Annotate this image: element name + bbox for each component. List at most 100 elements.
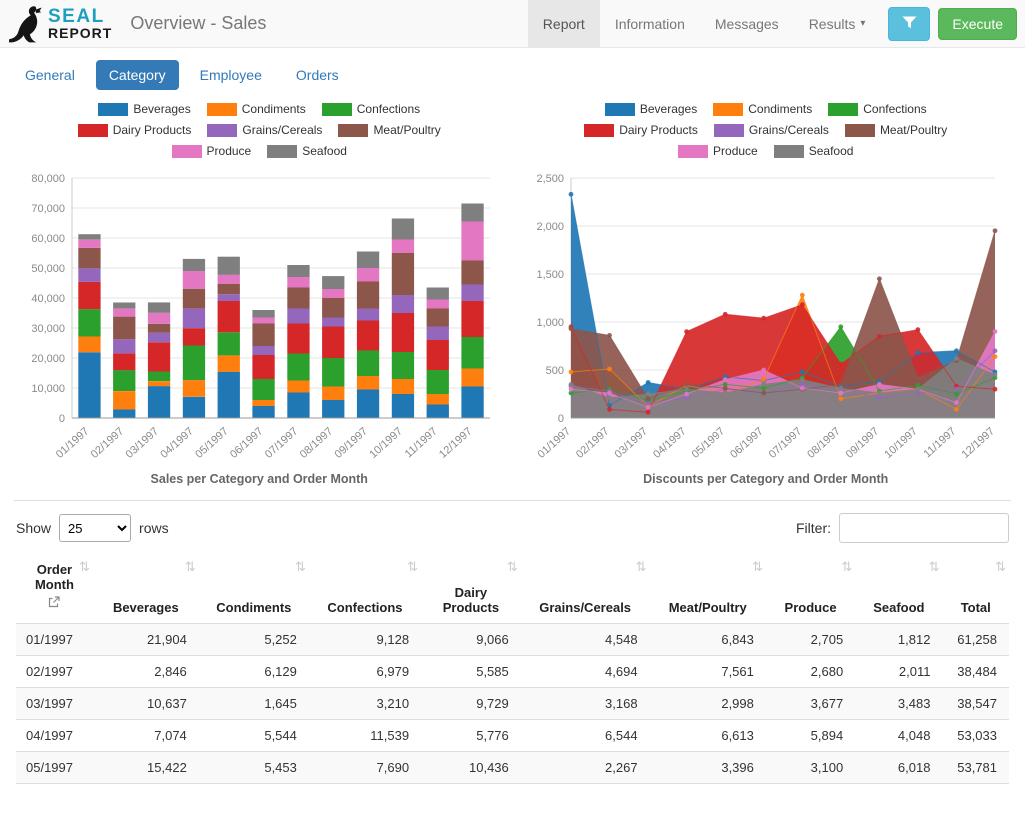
cell-confections: 7,690 bbox=[308, 750, 422, 784]
legend-swatch bbox=[77, 123, 108, 137]
legend-item-grains-cereals[interactable]: Grains/Cereals bbox=[713, 123, 829, 137]
legend-swatch bbox=[321, 102, 352, 116]
legend-item-grains-cereals[interactable]: Grains/Cereals bbox=[207, 123, 322, 137]
svg-text:0: 0 bbox=[59, 413, 65, 425]
legend-item-produce[interactable]: Produce bbox=[678, 144, 758, 158]
cell-dairy-products: 9,729 bbox=[421, 686, 521, 719]
legend-item-dairy-products[interactable]: Dairy Products bbox=[584, 123, 698, 137]
filter-label: Filter: bbox=[796, 520, 831, 536]
legend-label: Beverages bbox=[133, 102, 191, 116]
legend-item-confections[interactable]: Confections bbox=[321, 102, 420, 116]
sort-icon: ⇅ bbox=[928, 559, 940, 574]
legend-item-meat-poultry[interactable]: Meat/Poultry bbox=[338, 123, 441, 137]
nav-item-messages[interactable]: Messages bbox=[700, 0, 794, 47]
legend-label: Grains/Cereals bbox=[748, 123, 829, 137]
legend-item-meat-poultry[interactable]: Meat/Poultry bbox=[844, 123, 947, 137]
execute-button[interactable]: Execute bbox=[938, 7, 1017, 40]
column-header-confections[interactable]: ⇅ Confections bbox=[308, 555, 422, 624]
navbar-menu: Report Information Messages Results ▾ bbox=[527, 0, 881, 47]
seal-logo-icon bbox=[8, 5, 42, 43]
tab-general[interactable]: General bbox=[12, 60, 88, 90]
legend-swatch bbox=[713, 102, 744, 116]
discounts-chart-legend: Beverages Condiments Confections Dairy Prod… bbox=[576, 102, 956, 158]
column-header-order-month[interactable]: ⇅ Order Month bbox=[16, 555, 93, 624]
svg-text:08/1997: 08/1997 bbox=[298, 425, 336, 461]
cell-dairy-products: 9,066 bbox=[421, 622, 521, 655]
legend-item-produce[interactable]: Produce bbox=[171, 144, 251, 158]
table-row: 01/1997 21,904 5,252 9,128 9,066 4,548 6,843 2,… bbox=[16, 622, 1009, 655]
cell-total: 53,033 bbox=[942, 718, 1009, 751]
column-label: Produce bbox=[784, 599, 837, 615]
table-controls: Show 25 rows Filter: bbox=[0, 501, 1025, 549]
svg-text:50,000: 50,000 bbox=[32, 263, 66, 275]
external-link-icon[interactable] bbox=[48, 596, 61, 611]
svg-text:10/1997: 10/1997 bbox=[368, 425, 406, 461]
sales-chart-panel: Beverages Condiments Confections Dairy Prod… bbox=[6, 96, 513, 486]
cell-meat-poultry: 2,998 bbox=[649, 686, 766, 719]
legend-item-beverages[interactable]: Beverages bbox=[604, 102, 697, 116]
svg-text:500: 500 bbox=[545, 365, 563, 377]
legend-swatch bbox=[584, 123, 615, 137]
tab-category[interactable]: Category bbox=[95, 60, 179, 90]
legend-item-dairy-products[interactable]: Dairy Products bbox=[77, 123, 191, 137]
sort-icon: ⇅ bbox=[78, 559, 90, 574]
column-header-meat-poultry[interactable]: ⇅ Meat/Poultry bbox=[649, 555, 766, 624]
legend-item-condiments[interactable]: Condiments bbox=[713, 102, 812, 116]
nav-item-report[interactable]: Report bbox=[527, 0, 600, 47]
cell-condiments: 5,252 bbox=[198, 622, 309, 655]
sales-chart-title: Sales per Category and Order Month bbox=[150, 472, 368, 486]
cell-total: 38,547 bbox=[942, 686, 1009, 719]
cell-order-month: 02/1997 bbox=[16, 654, 93, 687]
table-row: 04/1997 7,074 5,544 11,539 5,776 6,544 6,613 5,… bbox=[16, 718, 1009, 751]
column-header-grains-cereals[interactable]: ⇅ Grains/Cereals bbox=[520, 555, 650, 624]
nav-item-results[interactable]: Results ▾ bbox=[794, 0, 881, 47]
column-header-condiments[interactable]: ⇅ Condiments bbox=[198, 555, 309, 624]
filter-input[interactable] bbox=[839, 513, 1009, 543]
svg-text:08/1997: 08/1997 bbox=[805, 425, 843, 461]
column-label: Condiments bbox=[216, 599, 292, 615]
svg-text:07/1997: 07/1997 bbox=[766, 425, 804, 461]
svg-text:06/1997: 06/1997 bbox=[228, 425, 266, 461]
cell-produce: 2,680 bbox=[765, 654, 856, 687]
cell-produce: 3,677 bbox=[765, 686, 856, 719]
filter-button[interactable] bbox=[888, 6, 931, 41]
nav-item-information[interactable]: Information bbox=[600, 0, 700, 47]
column-label: Dairy Products bbox=[442, 584, 500, 615]
brand-line1: SEAL bbox=[48, 6, 105, 27]
legend-swatch bbox=[207, 123, 238, 137]
cell-produce: 2,705 bbox=[765, 622, 856, 655]
legend-swatch bbox=[267, 144, 298, 158]
column-header-produce[interactable]: ⇅ Produce bbox=[765, 555, 856, 624]
svg-text:1,500: 1,500 bbox=[536, 269, 564, 281]
cell-confections: 9,128 bbox=[308, 622, 422, 655]
legend-label: Dairy Products bbox=[619, 123, 698, 137]
legend-item-beverages[interactable]: Beverages bbox=[98, 102, 191, 116]
legend-item-condiments[interactable]: Condiments bbox=[206, 102, 306, 116]
cell-condiments: 6,129 bbox=[198, 654, 309, 687]
svg-text:20,000: 20,000 bbox=[32, 353, 66, 365]
legend-item-seafood[interactable]: Seafood bbox=[267, 144, 347, 158]
cell-grains-cereals: 4,548 bbox=[520, 622, 650, 655]
column-header-seafood[interactable]: ⇅ Seafood bbox=[855, 555, 943, 624]
tab-employee[interactable]: Employee bbox=[187, 60, 275, 90]
cell-grains-cereals: 3,168 bbox=[520, 686, 650, 719]
funnel-icon bbox=[902, 15, 917, 33]
svg-text:12/1997: 12/1997 bbox=[959, 425, 997, 461]
legend-swatch bbox=[773, 144, 804, 158]
svg-text:04/1997: 04/1997 bbox=[651, 425, 689, 461]
cell-beverages: 7,074 bbox=[92, 718, 199, 751]
column-header-beverages[interactable]: ⇅ Beverages bbox=[92, 555, 199, 624]
legend-item-confections[interactable]: Confections bbox=[828, 102, 927, 116]
page-size-select[interactable]: 25 bbox=[59, 514, 132, 542]
tab-orders[interactable]: Orders bbox=[283, 60, 352, 90]
sort-icon: ⇅ bbox=[294, 559, 306, 574]
column-header-dairy-products[interactable]: ⇅ Dairy Products bbox=[421, 555, 521, 624]
legend-item-seafood[interactable]: Seafood bbox=[773, 144, 853, 158]
svg-text:2,500: 2,500 bbox=[536, 173, 564, 185]
filter-control: Filter: bbox=[796, 513, 1009, 543]
svg-text:11/1997: 11/1997 bbox=[921, 425, 958, 460]
column-header-total[interactable]: ⇅ Total bbox=[942, 555, 1009, 624]
cell-meat-poultry: 6,613 bbox=[649, 718, 766, 751]
table-row: 05/1997 15,422 5,453 7,690 10,436 2,267 3,396 3… bbox=[16, 750, 1009, 784]
cell-beverages: 15,422 bbox=[92, 750, 199, 784]
